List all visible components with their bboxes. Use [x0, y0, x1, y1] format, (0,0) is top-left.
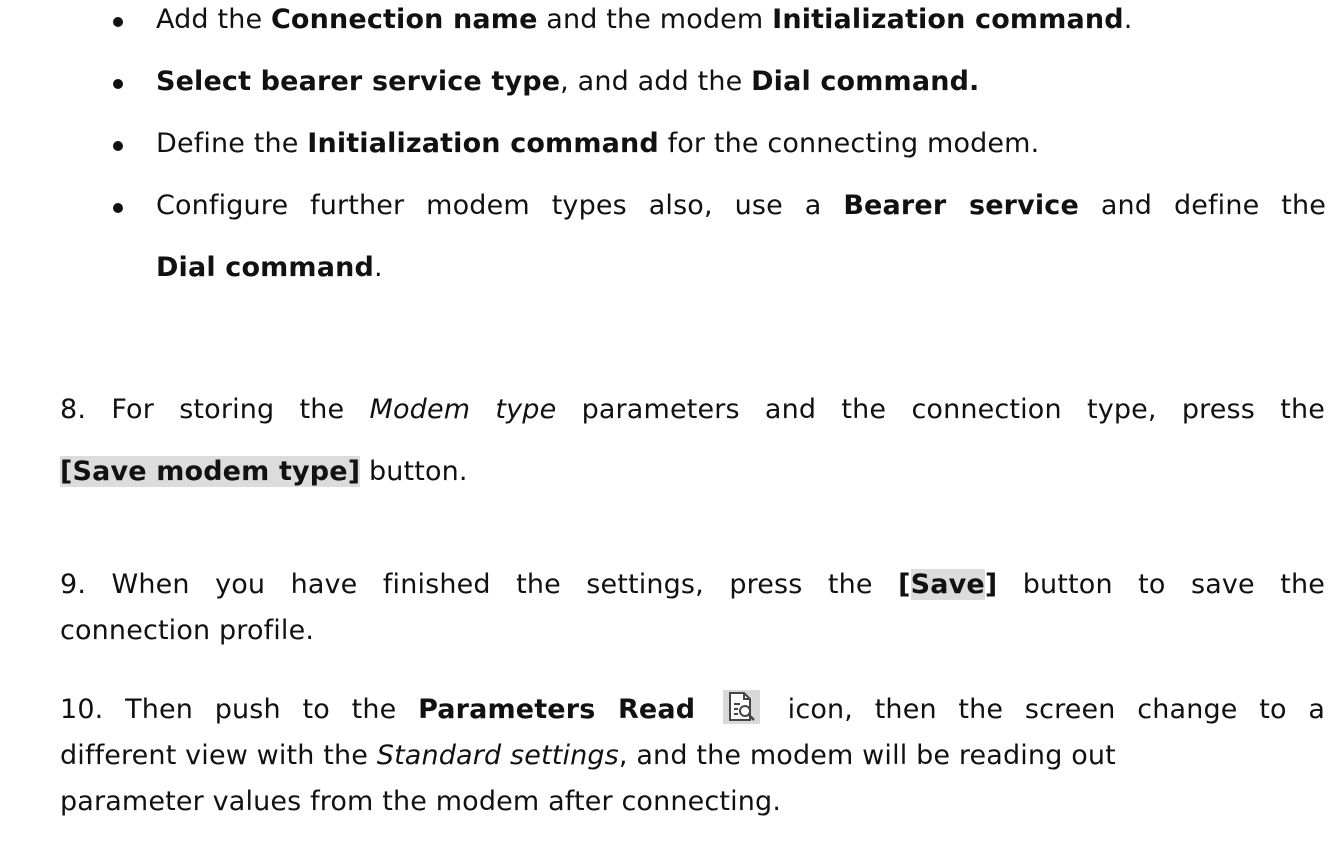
- text-run: Configure further modem types also, use …: [156, 190, 844, 221]
- step-number: 9.: [60, 569, 87, 600]
- text-run: icon, then the screen change to a: [787, 694, 1326, 725]
- step-line: different view with the Standard setting…: [60, 733, 1325, 779]
- text-run: for the connecting modem.: [658, 128, 1040, 159]
- italic-term: Modem type: [369, 394, 557, 425]
- text-run: Add the: [156, 4, 271, 35]
- bullet-text: Define the Initialization command for th…: [156, 121, 1326, 167]
- step-text: 9. When you have finished the settings, …: [60, 562, 1325, 654]
- document-page: Add the Connection name and the modem In…: [0, 0, 1341, 843]
- text-run: and the modem: [537, 4, 773, 35]
- bullet-text: Add the Connection name and the modem In…: [156, 0, 1326, 43]
- text-run: .: [1123, 4, 1133, 35]
- text-run: different view with the: [60, 740, 377, 771]
- text-run: When you have finished the settings, pre…: [111, 569, 899, 600]
- step-line: connection profile.: [60, 615, 315, 646]
- parameters-read-icon-glyph: [728, 692, 755, 721]
- text-run: parameters and the connection type, pres…: [556, 394, 1326, 425]
- step-line: 10. Then push to the Parameters Read ico…: [60, 687, 1325, 733]
- text-run: button.: [360, 456, 468, 487]
- step-line: [Save modem type] button.: [60, 449, 1325, 495]
- text-run: , and the modem will be reading out: [618, 740, 1116, 771]
- step-line: 9. When you have finished the settings, …: [60, 562, 1325, 608]
- step-text: 8. For storing the Modem type parameters…: [60, 387, 1325, 495]
- bullet-line: Configure further modem types also, use …: [156, 183, 1326, 229]
- save-modem-type-button-reference: [Save modem type]: [60, 456, 361, 487]
- text-run: Then push to the: [125, 694, 419, 725]
- text-run: .: [373, 252, 383, 283]
- bold-term: Initialization command: [772, 4, 1124, 35]
- step-line: 8. For storing the Modem type parameters…: [60, 387, 1325, 433]
- bullet-line: Dial command.: [156, 245, 1326, 291]
- bold-term: Connection name: [270, 4, 538, 35]
- italic-term: Standard settings: [376, 740, 619, 771]
- step-number: 8.: [60, 394, 87, 425]
- text-run: button to save the: [997, 569, 1326, 600]
- bold-term: Dial command.: [751, 66, 980, 97]
- bullet-text: Configure further modem types also, use …: [156, 183, 1326, 291]
- bold-term: Parameters Read: [418, 694, 696, 725]
- parameters-read-icon: [722, 690, 760, 724]
- text-run: Define the: [156, 128, 308, 159]
- bullet-dot-icon: [113, 203, 123, 213]
- bold-term: Select bearer service type: [156, 66, 561, 97]
- step-line: parameter values from the modem after co…: [60, 786, 782, 817]
- step-number: 10.: [60, 694, 104, 725]
- bullet-dot-icon: [113, 79, 123, 89]
- bold-term: Initialization command: [307, 128, 659, 159]
- bullet-dot-icon: [113, 17, 123, 27]
- bullet-text: Select bearer service type, and add the …: [156, 59, 1326, 105]
- bracket: [: [898, 569, 911, 600]
- step-text: 10. Then push to the Parameters Read ico…: [60, 687, 1325, 825]
- save-button-reference: Save: [910, 569, 985, 600]
- bold-term: Bearer service: [843, 190, 1079, 221]
- text-run: and define the: [1078, 190, 1326, 221]
- text-run: , and add the: [560, 66, 752, 97]
- text-run: For storing the: [111, 394, 370, 425]
- bracket: ]: [984, 569, 998, 600]
- bold-term: Dial command: [156, 252, 374, 283]
- bullet-dot-icon: [113, 141, 123, 151]
